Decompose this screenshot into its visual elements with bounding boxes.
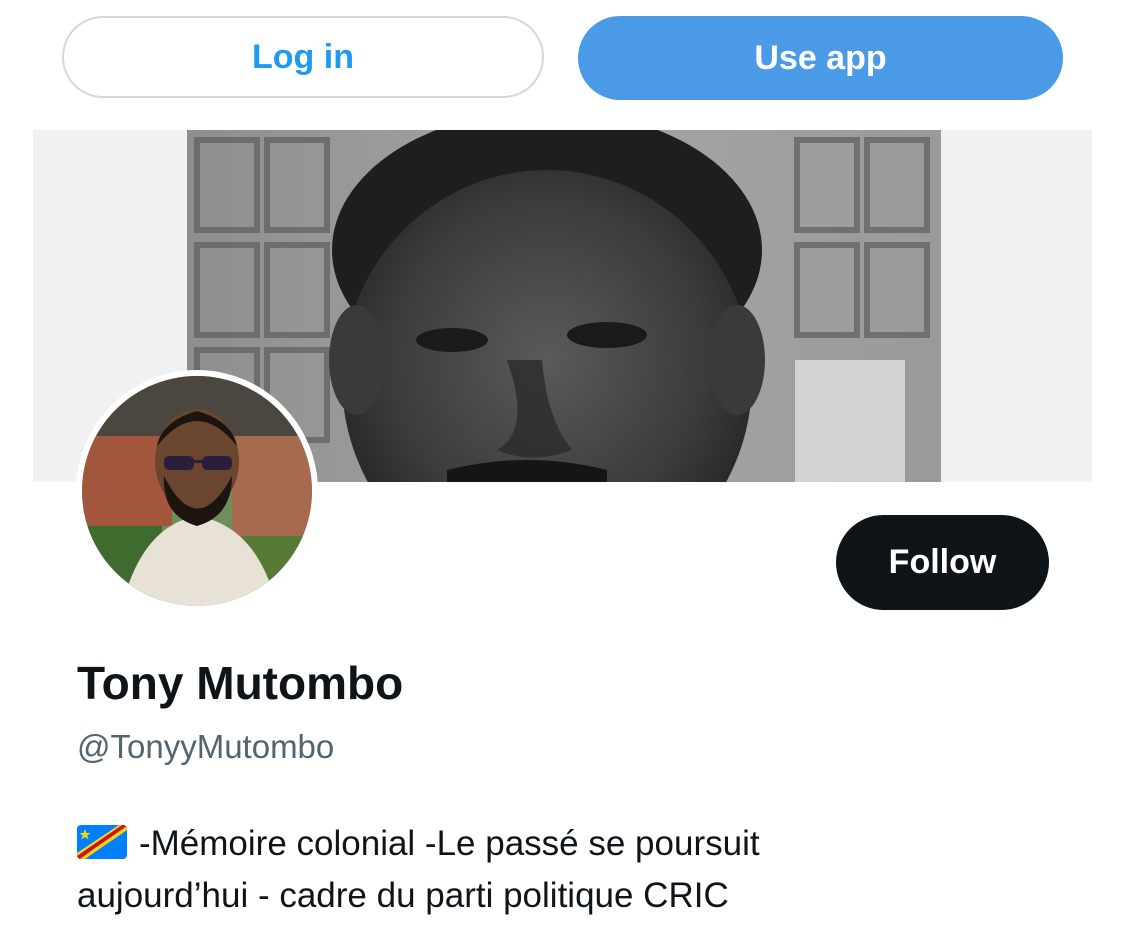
profile-page: Log in Use app Follow Tony Mutombo @Tony… <box>0 0 1125 945</box>
user-handle: @TonyyMutombo <box>77 728 335 765</box>
profile-bio: -Mémoire colonial -Le passé se poursuit … <box>77 818 977 922</box>
login-button[interactable]: Log in <box>62 16 544 98</box>
follow-button-label: Follow <box>888 543 997 581</box>
bio-line-1: -Mémoire colonial -Le passé se poursuit <box>77 818 977 870</box>
use-app-button[interactable]: Use app <box>578 16 1063 100</box>
follow-button[interactable]: Follow <box>836 515 1049 610</box>
avatar-photo <box>82 376 312 606</box>
bio-text-line-1: -Mémoire colonial -Le passé se poursuit <box>139 824 760 863</box>
avatar[interactable] <box>76 370 318 612</box>
display-name: Tony Mutombo <box>77 657 404 709</box>
dr-congo-flag-icon <box>77 825 127 859</box>
top-action-bar: Log in Use app <box>0 0 1125 120</box>
bio-text-line-2: aujourd’hui - cadre du parti politique C… <box>77 876 729 915</box>
use-app-button-label: Use app <box>754 38 887 77</box>
login-button-label: Log in <box>252 37 354 76</box>
